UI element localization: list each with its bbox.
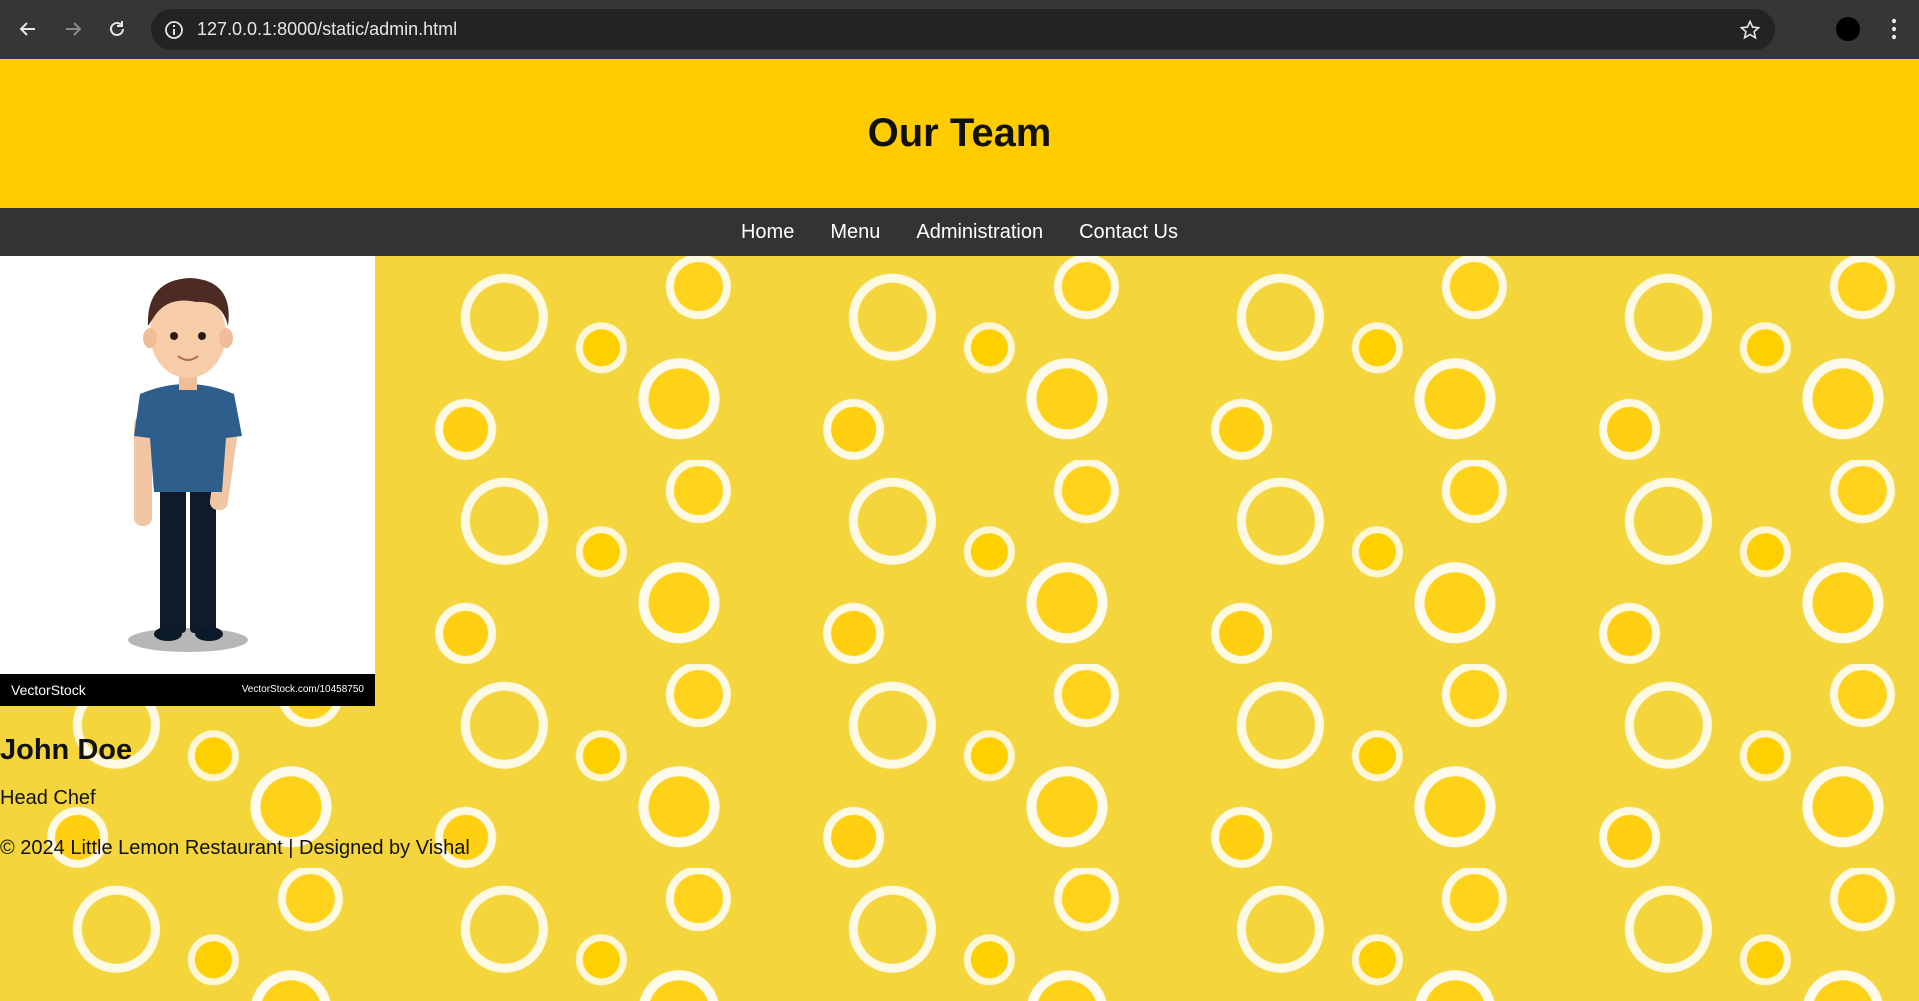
photo-watermark-bar: VectorStock VectorStock.com/10458750 xyxy=(0,674,375,706)
profile-avatar[interactable] xyxy=(1836,17,1860,41)
back-icon[interactable] xyxy=(13,14,43,44)
menu-kebab-icon[interactable] xyxy=(1884,15,1904,43)
site-info-icon[interactable] xyxy=(163,19,185,41)
team-member-photo: VectorStock VectorStock.com/10458750 xyxy=(0,256,375,706)
chef-illustration xyxy=(128,278,248,652)
team-member-name: John Doe xyxy=(0,734,133,766)
forward-icon[interactable] xyxy=(58,14,88,44)
page-title: Our Team xyxy=(867,111,1052,155)
page-header: Our Team xyxy=(0,59,1919,208)
bookmark-star-icon[interactable] xyxy=(1739,19,1761,41)
browser-toolbar: 127.0.0.1:8000/static/admin.html xyxy=(0,0,1919,59)
team-member-card: VectorStock VectorStock.com/10458750 Joh… xyxy=(0,256,480,810)
photo-caption-ref: VectorStock.com/10458750 xyxy=(241,684,364,695)
address-bar[interactable]: 127.0.0.1:8000/static/admin.html xyxy=(151,9,1775,50)
main-nav: Home Menu Administration Contact Us xyxy=(0,208,1919,256)
photo-caption-brand: VectorStock xyxy=(11,682,86,698)
footer-text: © 2024 Little Lemon Restaurant | Designe… xyxy=(0,837,470,859)
url-text[interactable]: 127.0.0.1:8000/static/admin.html xyxy=(197,9,457,50)
nav-link-menu[interactable]: Menu xyxy=(830,221,880,244)
nav-link-home[interactable]: Home xyxy=(741,221,794,244)
nav-link-contact-us[interactable]: Contact Us xyxy=(1079,221,1178,244)
nav-link-administration[interactable]: Administration xyxy=(916,221,1043,244)
team-member-role: Head Chef xyxy=(0,787,96,809)
reload-icon[interactable] xyxy=(102,14,132,44)
